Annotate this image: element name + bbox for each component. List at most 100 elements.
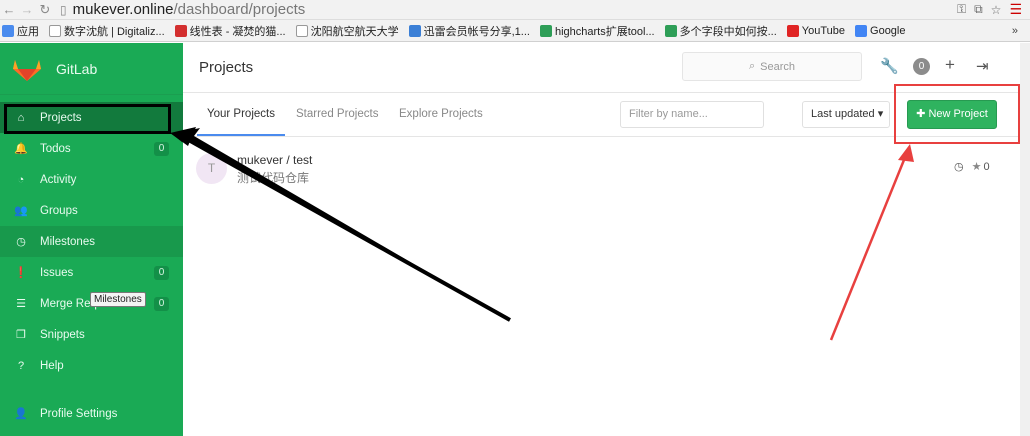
bookmark-item[interactable]: 数字沈航 | Digitaliz... <box>49 23 165 39</box>
sidebar-item-label: Snippets <box>40 328 85 341</box>
sidebar-header[interactable]: GitLab <box>0 43 183 95</box>
bookmark-item[interactable]: 迅雷会员帐号分享,1... <box>408 23 530 39</box>
search-placeholder: Search <box>760 60 796 73</box>
sort-dropdown[interactable]: Last updated ▾ <box>802 101 890 128</box>
project-list-item[interactable]: T mukever / test 测试代码仓库 ◷ ★ 0 <box>183 138 1030 188</box>
forward-icon[interactable]: → <box>18 2 36 17</box>
caret-down-icon: ▾ <box>877 108 884 120</box>
bookmark-star-icon[interactable]: ☆ <box>991 3 1002 17</box>
menu-icon[interactable]: ☰ <box>1009 1 1022 18</box>
reload-icon[interactable]: ↻ <box>36 2 54 18</box>
clock-icon: ◷ <box>16 236 26 248</box>
sidebar-item-label: Help <box>40 359 64 372</box>
sidebar-item-label: Milestones <box>40 235 95 248</box>
c-icon <box>539 24 552 37</box>
star-icon: ★ <box>971 161 982 173</box>
project-name[interactable]: mukever / test <box>237 153 312 167</box>
sidebar-item-todos[interactable]: 🔔 Todos 0 <box>0 133 183 164</box>
search-icon: ⌕ <box>748 60 756 72</box>
bookmark-label: Google <box>870 24 906 37</box>
bookmark-label: 沈阳航空航天大学 <box>310 25 399 38</box>
bookmark-label: 应用 <box>17 25 39 38</box>
sidebar-item-snippets[interactable]: ❐ Snippets <box>0 319 183 350</box>
browser-address-bar: ← → ↻ ▯ mukever.online/dashboard/project… <box>0 0 1030 20</box>
bookmarks-bar: 应用 数字沈航 | Digitaliz... 线性表 - 凝焚的猫... 沈阳航空航天… <box>0 20 1030 42</box>
sidebar-item-label: Todos <box>40 142 71 155</box>
annotation-red-box <box>894 84 1020 144</box>
translate-icon[interactable]: ⧉ <box>974 2 983 17</box>
project-description: 测试代码仓库 <box>237 171 310 185</box>
count-badge: 0 <box>154 141 169 156</box>
sidebar-bottom-nav: 👤 Profile Settings <box>0 398 183 429</box>
url-field[interactable]: ▯ mukever.online/dashboard/projects <box>60 1 305 18</box>
xunlei-icon <box>408 24 421 37</box>
page-icon: ▯ <box>60 2 67 17</box>
merge-icon: ☰ <box>16 298 26 310</box>
page-title: Projects <box>199 59 254 76</box>
sidebar-item-issues[interactable]: ❗ Issues 0 <box>0 257 183 288</box>
bookmark-label: YouTube <box>801 24 846 37</box>
search-input[interactable]: ⌕ Search <box>682 52 862 81</box>
key-icon[interactable]: ⚿ <box>957 2 966 17</box>
bookmark-item[interactable]: YouTube <box>786 24 846 37</box>
brand-name: GitLab <box>56 60 98 77</box>
active-tab-indicator <box>197 134 285 136</box>
bookmark-label: 迅雷会员帐号分享,1... <box>423 25 530 38</box>
tooltip: Milestones <box>90 292 146 307</box>
help-icon: ? <box>17 359 25 372</box>
annotation-highlight-box <box>4 104 171 134</box>
google-icon <box>855 24 868 37</box>
bookmark-label: 多个字段中如何按... <box>679 25 777 38</box>
c-icon <box>174 24 187 37</box>
bookmark-item[interactable]: 多个字段中如何按... <box>664 23 777 39</box>
user-icon: 👤 <box>14 408 28 420</box>
bookmark-item[interactable]: 应用 <box>2 23 39 39</box>
sidebar-item-label: Issues <box>40 266 74 279</box>
dashboard-icon: ◔ <box>17 173 25 186</box>
sidebar-nav: ⌂ Projects 🔔 Todos 0 ◔ Activity 👥 Groups ◷ Milesto… <box>0 95 183 381</box>
scrollbar[interactable] <box>1020 43 1030 436</box>
url-path: /dashboard/projects <box>173 1 306 18</box>
sidebar-item-groups[interactable]: 👥 Groups <box>0 195 183 226</box>
sidebar: GitLab ⌂ Projects 🔔 Todos 0 ◔ Activity 👥 Groups ◷… <box>0 43 183 436</box>
issue-icon: ❗ <box>14 267 28 279</box>
filter-by-name-input[interactable]: Filter by name... <box>620 101 764 128</box>
count-badge: 0 <box>154 296 169 311</box>
bookmark-item[interactable]: Google <box>855 24 906 37</box>
users-icon: 👥 <box>14 205 28 217</box>
todo-count-badge[interactable]: 0 <box>913 58 930 75</box>
page-icon <box>295 24 308 37</box>
bookmark-item[interactable]: 沈阳航空航天大学 <box>295 23 399 39</box>
wrench-icon[interactable]: 🔧 <box>880 57 899 75</box>
sidebar-item-activity[interactable]: ◔ Activity <box>0 164 183 195</box>
back-icon[interactable]: ← <box>0 2 18 17</box>
sidebar-item-label: Profile Settings <box>40 407 118 420</box>
sort-label: Last updated <box>811 108 875 120</box>
bookmark-label: highcharts扩展tool... <box>554 25 655 38</box>
sidebar-item-help[interactable]: ? Help <box>0 350 183 381</box>
sidebar-item-profile-settings[interactable]: 👤 Profile Settings <box>0 398 183 429</box>
count-badge: 0 <box>154 265 169 280</box>
gitlab-logo-icon <box>13 59 41 81</box>
clock-icon: ◷ <box>954 161 964 173</box>
project-avatar: T <box>196 153 227 184</box>
plus-icon[interactable]: + <box>945 55 955 75</box>
star-count: 0 <box>983 160 990 173</box>
projects-tabs-row: Your Projects Starred Projects Explore P… <box>183 84 1030 144</box>
sidebar-item-milestones[interactable]: ◷ Milestones <box>0 226 183 257</box>
c-icon <box>664 24 677 37</box>
bookmarks-more-icon[interactable]: » <box>1012 25 1030 37</box>
bookmark-item[interactable]: highcharts扩展tool... <box>539 23 655 39</box>
youtube-icon <box>786 24 799 37</box>
sidebar-item-label: Activity <box>40 173 77 186</box>
sidebar-item-label: Groups <box>40 204 78 217</box>
tab-explore-projects[interactable]: Explore Projects <box>399 108 483 120</box>
site-icon <box>49 24 61 37</box>
project-stats: ◷ ★ 0 <box>954 160 990 174</box>
bookmark-item[interactable]: 线性表 - 凝焚的猫... <box>174 23 286 39</box>
apps-icon <box>2 24 14 37</box>
tab-your-projects[interactable]: Your Projects <box>207 108 275 120</box>
tab-starred-projects[interactable]: Starred Projects <box>296 108 378 120</box>
sign-out-icon[interactable]: ⇥ <box>976 57 989 75</box>
bookmark-label: 数字沈航 | Digitaliz... <box>64 25 165 38</box>
